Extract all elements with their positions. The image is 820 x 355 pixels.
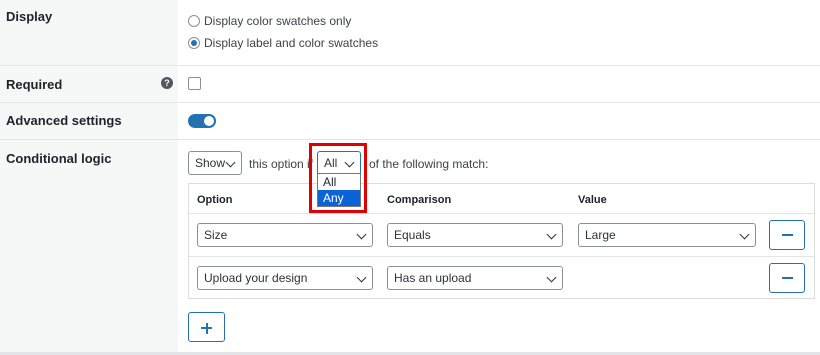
rule-comparison-select[interactable]: Has an upload (387, 266, 563, 290)
radio-label-and-swatches-label: Display label and color swatches (204, 36, 379, 50)
chevron-down-icon (546, 272, 557, 283)
conditional-logic-label: Conditional logic (6, 151, 112, 166)
table-row-divider (189, 256, 814, 257)
label-column (0, 0, 178, 355)
rule-option-value: Size (204, 228, 228, 242)
radio-swatches-only-label: Display color swatches only (204, 14, 352, 28)
chevron-down-icon (739, 229, 750, 240)
chevron-down-icon (356, 272, 367, 283)
radio-label-and-swatches[interactable]: Display label and color swatches (188, 36, 378, 50)
highlight-box (309, 143, 367, 213)
rule-option-select[interactable]: Size (197, 223, 373, 247)
chevron-down-icon (356, 229, 367, 240)
required-checkbox[interactable] (188, 77, 201, 90)
header-comparison: Comparison (387, 194, 452, 206)
radio-swatches-only[interactable]: Display color swatches only (188, 14, 351, 28)
required-label: Required (6, 77, 63, 92)
row-divider (0, 139, 820, 140)
radio-checked-icon[interactable] (188, 37, 200, 49)
display-label: Display (6, 9, 53, 24)
chevron-down-icon (225, 157, 236, 168)
row-divider (0, 65, 820, 66)
action-select[interactable]: Show (188, 151, 242, 175)
chevron-down-icon (546, 229, 557, 240)
rule-option-value: Upload your design (204, 271, 308, 285)
rule-comparison-value: Equals (394, 228, 431, 242)
table-header-divider (189, 213, 814, 214)
condition-text-after: of the following match: (369, 157, 489, 171)
remove-rule-button[interactable] (769, 263, 805, 293)
radio-icon[interactable] (188, 15, 200, 27)
header-option: Option (197, 194, 233, 206)
condition-text-before: this option if (249, 157, 314, 171)
header-value: Value (578, 194, 607, 206)
row-divider (0, 102, 820, 103)
add-rule-button[interactable] (188, 312, 225, 342)
remove-rule-button[interactable] (769, 220, 805, 250)
rule-value-select[interactable]: Large (578, 223, 756, 247)
rule-comparison-select[interactable]: Equals (387, 223, 563, 247)
rule-option-select[interactable]: Upload your design (197, 266, 373, 290)
action-select-value: Show (195, 156, 226, 170)
rule-comparison-value: Has an upload (394, 271, 472, 285)
help-icon[interactable]: ? (161, 77, 173, 89)
advanced-settings-toggle[interactable] (188, 114, 216, 128)
rule-value-value: Large (585, 228, 616, 242)
advanced-settings-label: Advanced settings (6, 113, 122, 128)
